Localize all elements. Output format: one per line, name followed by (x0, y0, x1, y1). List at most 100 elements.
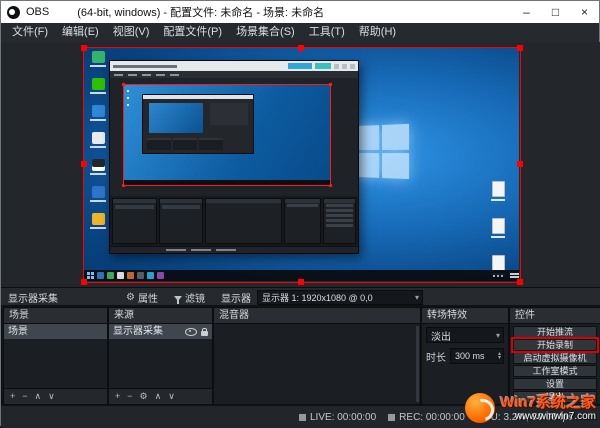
source-down-button[interactable]: ∨ (168, 390, 175, 403)
rec-status: REC: 00:00:00 (388, 412, 465, 423)
scene-down-button[interactable]: ∨ (48, 390, 55, 403)
file-icon (489, 218, 507, 238)
source-toolbar: 显示器采集 ⚙ 属性 滤镜 显示器 显示器 1: 1920x1080 @ 0,0… (1, 287, 600, 306)
settings-button[interactable]: 设置 (513, 378, 597, 390)
start-square (91, 272, 94, 275)
dock-button (326, 219, 353, 222)
inner-dock-row (147, 138, 223, 150)
start-virtual-camera-button[interactable]: 启动虚拟摄像机 (513, 352, 597, 364)
dock-header (113, 199, 156, 203)
clock-line (510, 276, 519, 278)
tray-icon (501, 275, 503, 277)
studio-mode-button[interactable]: 工作室模式 (513, 365, 597, 377)
sources-dock: 来源 显示器采集 + − ⚙ ∧ ∨ (108, 307, 213, 405)
nested-status-bar (110, 246, 358, 253)
duration-spinbox[interactable]: 300 ms ▴ ▾ (450, 348, 504, 364)
properties-button[interactable]: ⚙ 属性 (126, 290, 158, 305)
close-button[interactable]: × (570, 1, 599, 23)
nested-title-accent (288, 63, 312, 69)
desktop-icon-label (90, 200, 106, 202)
minimize-button[interactable]: – (512, 1, 541, 23)
mixer-scrollbar[interactable] (416, 326, 419, 402)
chevron-down-icon: ▾ (493, 331, 503, 340)
menu-scene-collection[interactable]: 场景集合(S) (229, 23, 302, 42)
chevron-down-icon: ▾ (412, 293, 422, 302)
desktop-icon-label (90, 92, 106, 94)
start-square (87, 272, 90, 275)
inner-nested-window (142, 94, 254, 154)
nested-window-button (342, 64, 347, 69)
transitions-dock-title: 转场特效 (422, 308, 508, 324)
nested-window-button (350, 64, 355, 69)
clock-line (510, 273, 519, 275)
visibility-eye-icon[interactable] (185, 328, 197, 336)
taskbar-app-icon (117, 272, 124, 279)
start-recording-button[interactable]: 开始录制 (513, 339, 597, 351)
properties-label: 属性 (138, 290, 158, 305)
selection-handle (329, 83, 332, 86)
menu-profile[interactable]: 配置文件(P) (156, 23, 229, 42)
nested-menu-item (128, 74, 137, 76)
inner-dock (173, 138, 197, 150)
tray-icon (493, 275, 495, 277)
transition-select[interactable]: 淡出 ▾ (426, 327, 504, 343)
controls-body: 开始推流 开始录制 启动虚拟摄像机 工作室模式 设置 退出 (510, 324, 600, 404)
filters-label: 滤镜 (185, 290, 205, 305)
windows-logo (354, 124, 412, 183)
duration-row: 时长 300 ms ▴ ▾ (426, 348, 504, 364)
add-scene-button[interactable]: + (10, 390, 15, 403)
desktop-icon-label (90, 65, 106, 67)
windows-logo-pane (382, 153, 409, 179)
transitions-body: 淡出 ▾ 时长 300 ms ▴ ▾ (422, 324, 508, 404)
filters-button[interactable]: 滤镜 (174, 290, 205, 305)
controls-dock-title: 控件 (510, 308, 600, 324)
maximize-button[interactable]: □ (541, 1, 570, 23)
nested-menu-item (114, 74, 123, 76)
menu-tools[interactable]: 工具(T) (302, 23, 352, 42)
nested-menu-item (156, 74, 165, 76)
scenes-list: 场景 (4, 324, 107, 388)
mixer-body (214, 324, 420, 404)
inner-dock (199, 138, 223, 150)
spin-down-icon[interactable]: ▾ (498, 356, 501, 360)
status-text (166, 249, 186, 251)
menu-view[interactable]: 视图(V) (106, 23, 157, 42)
scene-list-item[interactable]: 场景 (4, 324, 107, 339)
nested-docks (110, 196, 358, 246)
dock-header (285, 199, 320, 203)
taskbar-app-icon (107, 272, 114, 279)
captured-taskbar (83, 270, 519, 281)
dock-button (326, 209, 353, 212)
desktop-icon-column (88, 51, 108, 229)
stream-indicator-icon (299, 414, 306, 421)
spin-arrows[interactable]: ▴ ▾ (498, 352, 503, 360)
title-bar: OBS (64-bit, windows) - 配置文件: 未命名 - 场景: … (1, 1, 599, 23)
remove-source-button[interactable]: − (127, 390, 132, 403)
menu-file[interactable]: 文件(F) (5, 23, 55, 42)
nested-title-bar (110, 61, 358, 71)
display-capture-preview[interactable] (83, 47, 519, 281)
nested-obs-window (109, 60, 359, 254)
scene-up-button[interactable]: ∧ (35, 390, 42, 403)
desktop-icon-label (90, 227, 106, 229)
inner-side-panel (210, 103, 248, 125)
source-list-item[interactable]: 显示器采集 (109, 324, 212, 339)
start-streaming-button[interactable]: 开始推流 (513, 326, 597, 338)
desktop-icon-label (90, 173, 106, 175)
source-up-button[interactable]: ∧ (155, 390, 162, 403)
scenes-toolbar: + − ∧ ∨ (4, 388, 107, 404)
lock-icon[interactable] (201, 331, 208, 336)
taskbar-app-icon (97, 272, 104, 279)
menu-help[interactable]: 帮助(H) (352, 23, 403, 42)
desktop-icon-glyph (92, 51, 105, 63)
add-source-button[interactable]: + (115, 390, 120, 403)
windows-logo-pane (382, 124, 409, 150)
nested-menu-bar (110, 71, 358, 78)
duration-label: 时长 (426, 349, 446, 364)
source-properties-button[interactable]: ⚙ (140, 390, 148, 403)
scene-name: 场景 (8, 324, 103, 339)
menu-edit[interactable]: 编辑(E) (55, 23, 106, 42)
display-select[interactable]: 显示器 1: 1920x1080 @ 0,0 ▾ (257, 290, 423, 305)
remove-scene-button[interactable]: − (22, 390, 27, 403)
sources-toolbar: + − ⚙ ∧ ∨ (109, 388, 212, 404)
